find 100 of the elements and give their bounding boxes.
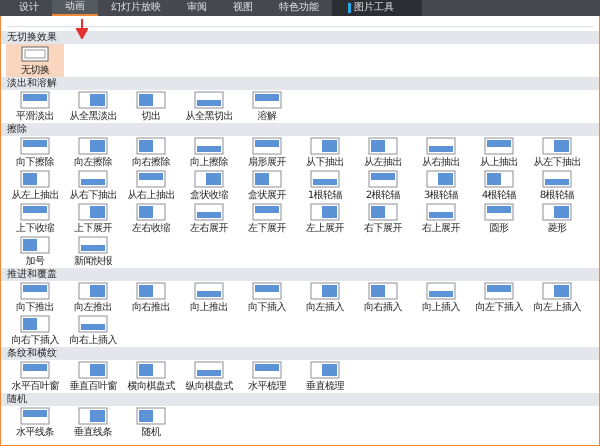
transition-option[interactable]: 扇形展开 — [238, 136, 296, 169]
transition-option[interactable]: 向右上插入 — [64, 314, 122, 347]
transition-option[interactable]: 向上插入 — [412, 281, 470, 314]
transition-preview-icon — [136, 137, 166, 155]
transition-preview-icon — [252, 137, 282, 155]
transition-option[interactable]: 从左下抽出 — [528, 136, 586, 169]
transition-option[interactable]: 向下推出 — [6, 281, 64, 314]
transition-option[interactable]: 水平梳理 — [238, 360, 296, 393]
transition-preview-icon — [136, 282, 166, 300]
transition-option[interactable]: 4根轮辐 — [470, 169, 528, 202]
transition-preview-icon — [310, 137, 340, 155]
ribbon-tab[interactable]: 幻灯片放映 — [98, 0, 174, 16]
transition-option[interactable]: 向右擦除 — [122, 136, 180, 169]
transition-option[interactable]: 从下抽出 — [296, 136, 354, 169]
transition-option[interactable]: 盒状展开 — [238, 169, 296, 202]
transition-option[interactable]: 左右收缩 — [122, 202, 180, 235]
transition-option[interactable]: 向左推出 — [64, 281, 122, 314]
transition-option[interactable]: 纵向棋盘式 — [180, 360, 238, 393]
transition-preview-icon — [310, 361, 340, 379]
ribbon-tab[interactable]: 视图 — [220, 0, 266, 16]
transition-preview-icon — [426, 137, 456, 155]
transition-preview-icon — [194, 137, 224, 155]
transition-option[interactable]: 左上展开 — [296, 202, 354, 235]
ribbon-tab[interactable]: 设计 — [6, 0, 52, 16]
transition-option[interactable]: 菱形 — [528, 202, 586, 235]
transition-option[interactable]: 无切换 — [6, 44, 64, 77]
transition-option[interactable]: 2根轮辐 — [354, 169, 412, 202]
transition-option[interactable]: 向左上插入 — [528, 281, 586, 314]
ribbon-tab[interactable]: 动画 — [52, 0, 98, 16]
transition-preview-icon — [136, 170, 166, 188]
transition-preview-icon — [252, 361, 282, 379]
transition-preview-icon — [426, 170, 456, 188]
transition-option[interactable]: 从上抽出 — [470, 136, 528, 169]
transition-option[interactable]: 垂直百叶窗 — [64, 360, 122, 393]
transition-option[interactable]: 平滑淡出 — [6, 90, 64, 123]
transition-option[interactable]: 向左擦除 — [64, 136, 122, 169]
transition-preview-icon — [136, 407, 166, 425]
transition-preview-icon — [78, 91, 108, 109]
transition-option[interactable]: 左右展开 — [180, 202, 238, 235]
section-header: 淡出和溶解 — [1, 77, 599, 90]
transition-option[interactable]: 横向棋盘式 — [122, 360, 180, 393]
transition-option[interactable]: 从全黑淡出 — [64, 90, 122, 123]
transition-preview-icon — [194, 170, 224, 188]
transition-option[interactable]: 向右下插入 — [6, 314, 64, 347]
transition-option[interactable]: 水平线条 — [6, 406, 64, 439]
transition-option[interactable]: 向下插入 — [238, 281, 296, 314]
transition-preview-icon — [484, 170, 514, 188]
transition-option[interactable]: 上下展开 — [64, 202, 122, 235]
transition-option[interactable]: 切出 — [122, 90, 180, 123]
transition-option[interactable]: 从全黑切出 — [180, 90, 238, 123]
transition-option[interactable]: 从右下抽出 — [64, 169, 122, 202]
transition-option[interactable]: 从左抽出 — [354, 136, 412, 169]
transition-option[interactable]: 向右插入 — [354, 281, 412, 314]
transition-option[interactable]: 向下擦除 — [6, 136, 64, 169]
transition-preview-icon — [78, 170, 108, 188]
ribbon-tab[interactable]: 审阅 — [174, 0, 220, 16]
section-header: 无切换效果 — [1, 31, 599, 44]
transition-option[interactable]: 向上擦除 — [180, 136, 238, 169]
transition-preview-icon — [194, 91, 224, 109]
transition-option[interactable]: 溶解 — [238, 90, 296, 123]
transition-option[interactable]: 从右抽出 — [412, 136, 470, 169]
ribbon-tab[interactable]: 特色功能 — [266, 0, 332, 16]
transition-option[interactable]: 盒状收缩 — [180, 169, 238, 202]
transition-option[interactable]: 8根轮辐 — [528, 169, 586, 202]
transition-option[interactable]: 从右上抽出 — [122, 169, 180, 202]
transition-preview-icon — [20, 407, 50, 425]
transition-preview-icon — [78, 315, 108, 333]
section-header: 擦除 — [1, 123, 599, 136]
transition-option[interactable]: 加号 — [6, 235, 64, 268]
transition-option[interactable]: 垂直梳理 — [296, 360, 354, 393]
transition-preview-icon — [542, 203, 572, 221]
transition-option[interactable]: 向左下插入 — [470, 281, 528, 314]
transition-option[interactable]: 左下展开 — [238, 202, 296, 235]
transition-preview-icon — [368, 282, 398, 300]
transition-preview-icon — [310, 170, 340, 188]
transition-option[interactable]: 从左上抽出 — [6, 169, 64, 202]
transition-option[interactable]: 新闻快报 — [64, 235, 122, 268]
transition-option[interactable]: 垂直线条 — [64, 406, 122, 439]
transition-option[interactable]: 圆形 — [470, 202, 528, 235]
ribbon-tab[interactable]: 图片工具 — [332, 0, 422, 16]
transition-preview-icon — [368, 137, 398, 155]
transition-option[interactable]: 向上推出 — [180, 281, 238, 314]
transition-option[interactable]: 1根轮辐 — [296, 169, 354, 202]
transition-preview-icon — [426, 282, 456, 300]
transition-option[interactable]: 向右推出 — [122, 281, 180, 314]
blank-slide-icon — [20, 45, 50, 63]
transition-option[interactable]: 水平百叶窗 — [6, 360, 64, 393]
transition-option[interactable]: 3根轮辐 — [412, 169, 470, 202]
transition-preview-icon — [136, 361, 166, 379]
transition-preview-icon — [78, 407, 108, 425]
transition-preview-icon — [368, 170, 398, 188]
transition-option[interactable]: 上下收缩 — [6, 202, 64, 235]
transition-preview-icon — [20, 236, 50, 254]
transition-preview-icon — [426, 203, 456, 221]
transition-option[interactable]: 右下展开 — [354, 202, 412, 235]
transition-option[interactable]: 向左插入 — [296, 281, 354, 314]
transition-option[interactable]: 右上展开 — [412, 202, 470, 235]
transition-option[interactable]: 随机 — [122, 406, 180, 439]
transition-preview-icon — [78, 236, 108, 254]
transition-preview-icon — [20, 203, 50, 221]
